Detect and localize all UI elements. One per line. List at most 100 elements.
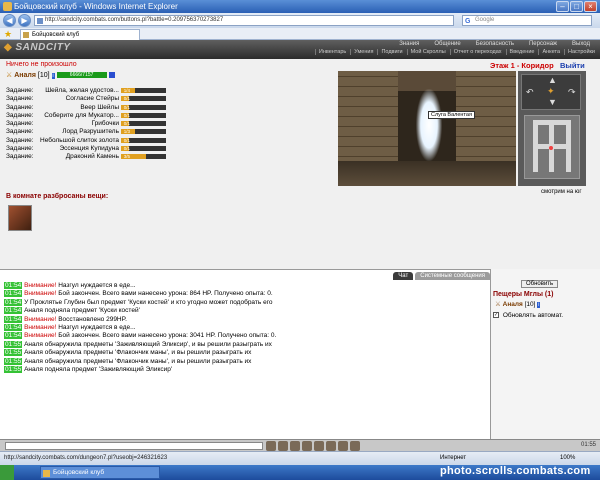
info-icon[interactable]: i [51, 73, 55, 79]
minimize-button[interactable]: – [556, 1, 569, 12]
quest-row: Задание: Лорд Разрушитель 1/3 [6, 128, 166, 136]
quest-row: Задание: Веер Шейлы 0/1 [6, 104, 166, 112]
exit-link[interactable]: Выйти [560, 61, 585, 70]
settings-icon[interactable] [350, 441, 360, 451]
submenu-transitions[interactable]: Отчет о переходах [449, 49, 505, 55]
message-time[interactable]: 01:55 [4, 357, 23, 365]
friends-icon[interactable] [338, 441, 348, 451]
character-level: [10] [37, 72, 50, 79]
forward-button[interactable]: ▶ [18, 14, 31, 27]
arrow-up-icon[interactable]: ▲ [548, 75, 557, 85]
search-input[interactable]: G Google [462, 15, 592, 26]
chat-message: 01:54 У Проклятье Глубин был предмет 'Ку… [4, 298, 488, 307]
message-time[interactable]: 01:55 [4, 340, 23, 348]
zoom-level[interactable]: 100% [560, 455, 575, 461]
taskbar-window-button[interactable]: Бойцовский клуб [40, 466, 160, 479]
taskbar: Бойцовский клуб photo.scrolls.combats.co… [0, 465, 600, 480]
chat-input[interactable] [5, 442, 263, 450]
message-time[interactable]: 01:54 [4, 298, 23, 306]
fight-icon[interactable] [302, 441, 312, 451]
browser-tab[interactable]: Бойцовский клуб [20, 29, 140, 40]
quest-label: Задание: [6, 87, 34, 94]
inventory-icon[interactable] [314, 441, 324, 451]
submenu-intro[interactable]: Введение [505, 49, 538, 55]
quest-row: Задание: Драконий Камень 3/5 [6, 153, 166, 161]
smiles-icon[interactable] [290, 441, 300, 451]
menu-communication[interactable]: Общение [428, 41, 466, 47]
send-icon[interactable] [266, 441, 276, 451]
room-item[interactable] [8, 205, 32, 231]
chat-input-bar: 01:55 [0, 439, 600, 451]
message-text: Назгул нуждается в еде... [58, 323, 136, 331]
quest-name[interactable]: Эссенция Купидуна [60, 145, 120, 153]
address-input[interactable]: http://sandcity.combats.com/buttons.pl?b… [34, 15, 454, 26]
logo-text: SANDCITY [15, 42, 71, 53]
search-placeholder: Google [475, 17, 495, 23]
quest-name[interactable]: Веер Шейлы [80, 104, 119, 112]
back-button[interactable]: ◀ [3, 14, 16, 27]
submenu-skills[interactable]: Умения [350, 49, 376, 55]
quest-row: Задание: Соберите для Мукатор... 0/1 [6, 112, 166, 120]
minimap-grid [524, 115, 580, 179]
quest-count: 0/1 [123, 146, 130, 152]
tab-system-messages[interactable]: Системные сообщения [415, 272, 490, 280]
start-button[interactable] [0, 465, 14, 480]
tab-chat[interactable]: Чат [393, 272, 414, 280]
sub-menu: Инвентарь Умения Подвиги Мой Скроллы Отч… [314, 49, 598, 55]
quest-name[interactable]: Согласие Стейры [66, 95, 119, 103]
location-title: Этаж 1 - Коридор [490, 61, 554, 70]
message-time[interactable]: 01:54 [4, 332, 23, 340]
quest-label: Задание: [6, 136, 34, 144]
message-time[interactable]: 01:54 [4, 290, 23, 298]
map-icon[interactable] [326, 441, 336, 451]
game-header: ◆ SANDCITY Знания Общение Безопасность П… [0, 40, 600, 59]
dungeon-3d-view[interactable]: Слуга Валентая [338, 71, 516, 186]
maximize-button[interactable]: □ [570, 1, 583, 12]
character-name[interactable]: Аналя [14, 72, 36, 79]
submenu-inventory[interactable]: Инвентарь [314, 49, 349, 55]
favorites-star-icon[interactable]: ★ [4, 29, 12, 39]
message-time[interactable]: 01:54 [4, 307, 23, 315]
quest-name[interactable]: Небольшой слиток золота [40, 137, 119, 145]
quest-list: Задание: Шейла, желая удостов... 1/4 Задани… [6, 87, 166, 162]
menu-exit[interactable]: Выход [566, 41, 596, 47]
auto-refresh-checkbox[interactable]: ✓ [493, 312, 499, 319]
submenu-settings[interactable]: Настройки [564, 49, 598, 55]
chat-message: 01:55 Аналя подняла предмет 'Заживляющий… [4, 365, 488, 374]
message-time[interactable]: 01:54 [4, 315, 23, 323]
refresh-button[interactable]: Обновить [521, 280, 559, 288]
turn-left-icon[interactable]: ↶ [526, 87, 534, 98]
player-entry[interactable]: ⚔ Аналя [10] i [495, 300, 541, 308]
quest-name[interactable]: Шейла, желая удостов... [45, 87, 119, 95]
message-time[interactable]: 01:54 [4, 323, 23, 331]
quest-name[interactable]: Соберите для Мукатор... [44, 112, 119, 120]
quest-name[interactable]: Лорд Разрушитель [62, 128, 119, 136]
message-time[interactable]: 01:55 [4, 349, 23, 357]
browser-window: Бойцовский клуб - Windows Internet Explo… [0, 0, 600, 480]
close-button[interactable]: × [584, 1, 597, 12]
player-name[interactable]: Аналя [503, 301, 523, 308]
arrow-down-icon[interactable]: ▼ [548, 97, 557, 107]
menu-knowledge[interactable]: Знания [393, 41, 425, 47]
submenu-profile[interactable]: Анкета [538, 49, 563, 55]
submenu-scrolls[interactable]: Мой Скроллы [406, 49, 449, 55]
menu-security[interactable]: Безопасность [470, 41, 520, 47]
menu-character[interactable]: Персонаж [523, 41, 563, 47]
clear-icon[interactable] [278, 441, 288, 451]
message-time[interactable]: 01:55 [4, 365, 23, 373]
chat-message: 01:55 Аналя обнаружила предметы 'Заживля… [4, 340, 488, 349]
turn-right-icon[interactable]: ↷ [568, 87, 576, 98]
google-icon: G [465, 18, 471, 25]
quest-label: Задание: [6, 111, 34, 119]
auto-refresh[interactable]: ✓ Обновлять автомат. [493, 312, 563, 319]
npc-ghost[interactable] [416, 89, 442, 161]
submenu-feats[interactable]: Подвиги [377, 49, 405, 55]
hp-bar: 6666/7157 [56, 72, 107, 79]
quest-name[interactable]: Драконий Камень [66, 153, 119, 161]
message-time[interactable]: 01:54 [4, 282, 23, 289]
character-line: ⚔ Аналя [10] i 6666/7157 [6, 71, 115, 79]
info-icon[interactable]: i [537, 302, 541, 308]
chat-message: 01:54 Внимание! Назгул нуждается в еде..… [4, 282, 488, 290]
quest-name[interactable]: Грибочки [92, 120, 119, 128]
cave-title: Пещеры Мглы (1) [493, 291, 554, 298]
